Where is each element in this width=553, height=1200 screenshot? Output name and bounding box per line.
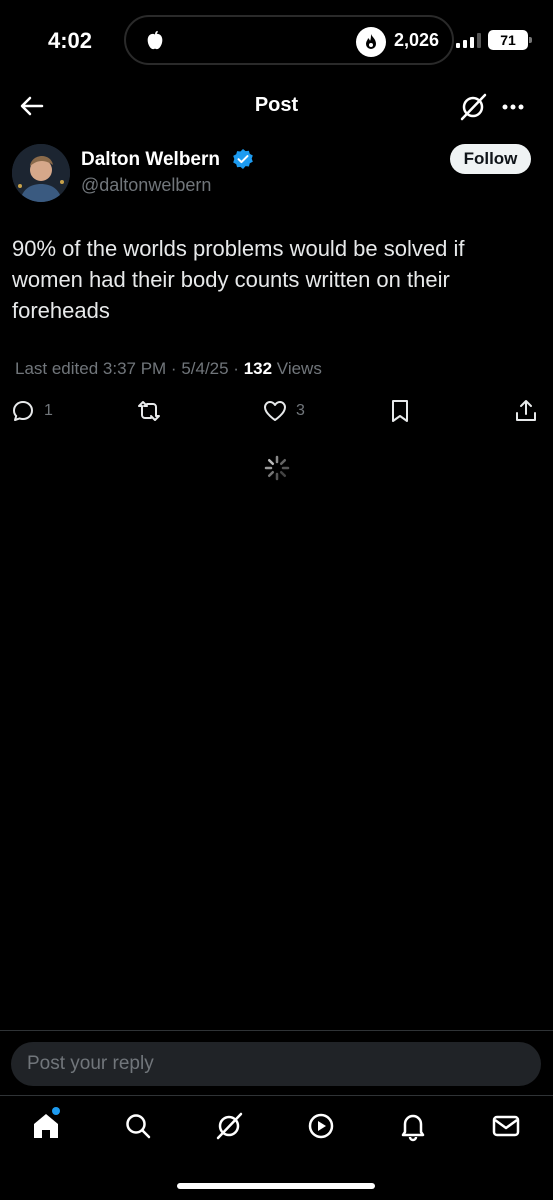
grok-icon[interactable] bbox=[458, 92, 488, 122]
more-options-icon[interactable] bbox=[498, 92, 528, 122]
share-icon bbox=[516, 400, 536, 421]
signal-icon bbox=[456, 32, 481, 48]
post-text: 90% of the worlds problems would be solv… bbox=[12, 236, 465, 323]
status-bar: 4:02 2,026 71 bbox=[0, 0, 553, 80]
video-icon bbox=[308, 1113, 334, 1139]
nav-messages[interactable] bbox=[490, 1110, 522, 1142]
nav-grok[interactable] bbox=[213, 1110, 245, 1142]
author-handle[interactable]: @daltonwelbern bbox=[81, 175, 211, 196]
status-time: 4:02 bbox=[48, 28, 93, 53]
fitness-icon bbox=[147, 30, 163, 50]
repost-icon bbox=[138, 401, 160, 421]
post-meta: Last edited 3:37 PM · 5/4/25 · 132 Views bbox=[15, 359, 322, 379]
heart-icon bbox=[264, 401, 286, 421]
reply-count: 1 bbox=[44, 402, 53, 419]
avatar[interactable] bbox=[12, 144, 70, 202]
author-name[interactable]: Dalton Welbern bbox=[81, 149, 220, 171]
home-indicator[interactable] bbox=[177, 1183, 375, 1189]
share-button[interactable] bbox=[513, 398, 539, 424]
messages-icon bbox=[492, 1115, 520, 1137]
nav-search[interactable] bbox=[122, 1110, 154, 1142]
divider bbox=[0, 1030, 553, 1031]
notifications-icon bbox=[401, 1114, 425, 1142]
streak-count: 2,026 bbox=[394, 30, 440, 50]
nav-video[interactable] bbox=[305, 1110, 337, 1142]
follow-button[interactable]: Follow bbox=[450, 144, 531, 174]
dynamic-island[interactable]: 2,026 bbox=[124, 15, 454, 65]
top-bar: Post bbox=[0, 80, 553, 132]
streak-icon bbox=[356, 27, 386, 57]
views-count: 132 bbox=[243, 359, 273, 378]
notification-dot bbox=[52, 1107, 60, 1115]
verified-badge-icon bbox=[233, 149, 253, 169]
repost-button[interactable] bbox=[136, 398, 162, 424]
edited-timestamp[interactable]: Last edited 3:37 PM · 5/4/25 · bbox=[15, 359, 244, 378]
loading-spinner-icon bbox=[264, 455, 290, 481]
reply-input[interactable] bbox=[11, 1042, 541, 1086]
reply-button[interactable]: 1 bbox=[10, 398, 53, 424]
grok-icon bbox=[216, 1112, 243, 1140]
like-button[interactable]: 3 bbox=[262, 398, 305, 424]
bookmark-icon bbox=[392, 400, 408, 422]
nav-notifications[interactable] bbox=[397, 1110, 429, 1142]
bookmark-button[interactable] bbox=[387, 398, 413, 424]
action-bar: 1 3 bbox=[0, 398, 553, 428]
reply-icon bbox=[13, 401, 33, 421]
battery-icon: 71 bbox=[488, 30, 532, 50]
divider bbox=[0, 1095, 553, 1096]
search-icon bbox=[126, 1114, 151, 1139]
views-label: Views bbox=[272, 359, 322, 378]
like-count: 3 bbox=[296, 402, 305, 419]
bottom-nav bbox=[0, 1110, 553, 1146]
